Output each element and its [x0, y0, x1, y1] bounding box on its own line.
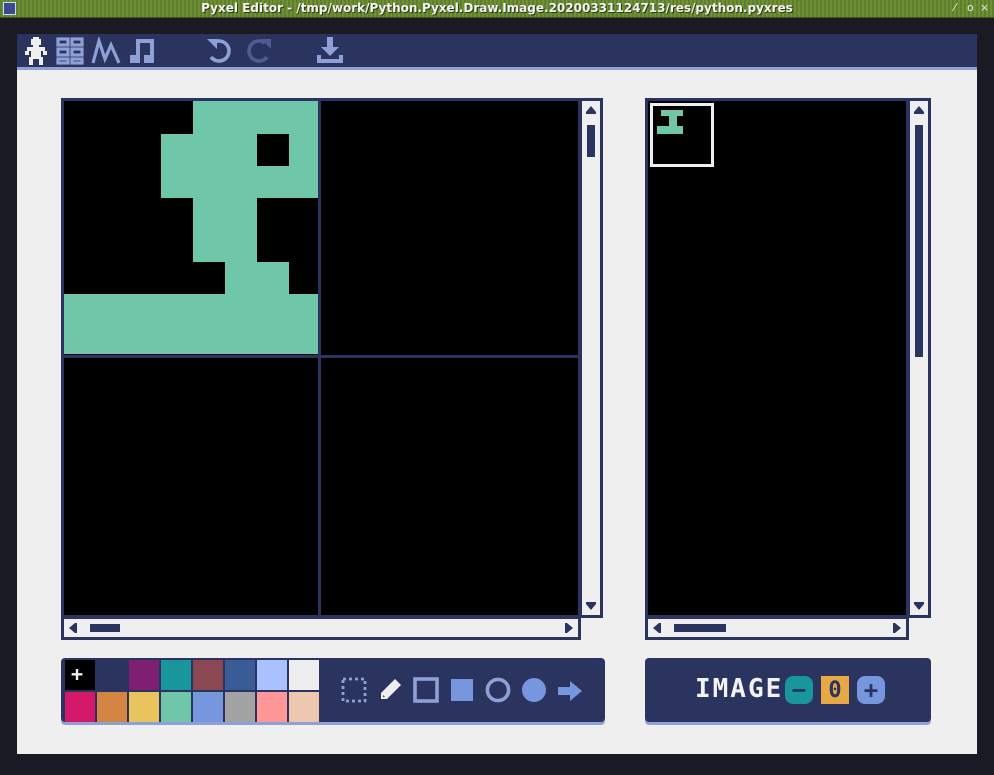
select-icon[interactable] — [339, 675, 369, 705]
save-icon[interactable] — [315, 36, 345, 66]
palette-color-3[interactable] — [161, 660, 191, 690]
circle-outline-icon[interactable] — [483, 675, 513, 705]
edit-canvas-frame — [61, 98, 581, 618]
music-editor-icon[interactable] — [127, 36, 157, 66]
canvas-vertical-scrollbar[interactable] — [579, 98, 603, 618]
tilemap-editor-icon[interactable] — [55, 36, 85, 66]
bank-scroll-left-icon[interactable] — [648, 619, 666, 637]
bank-scroll-up-icon[interactable] — [910, 101, 928, 119]
palette-color-4[interactable] — [193, 660, 223, 690]
palette-color-7[interactable] — [289, 660, 319, 690]
undo-icon[interactable] — [205, 36, 235, 66]
edit-canvas-pixels[interactable] — [64, 101, 578, 615]
image-bank-number: 0 — [821, 676, 849, 704]
image-prev-button[interactable]: − — [785, 676, 813, 704]
palette-color-15[interactable] — [289, 692, 319, 722]
pyxel-editor-app: + IMAGE − 0 + — [17, 34, 977, 754]
sound-editor-icon[interactable] — [91, 36, 121, 66]
image-next-button[interactable]: + — [857, 676, 885, 704]
vertical-scroll-thumb[interactable] — [587, 125, 595, 157]
bank-scroll-down-icon[interactable] — [910, 597, 928, 615]
scroll-up-icon[interactable] — [582, 101, 600, 119]
image-bank-label: IMAGE — [695, 674, 784, 704]
bank-horizontal-scrollbar[interactable] — [645, 616, 909, 640]
palette-color-8[interactable] — [65, 692, 95, 722]
palette-color-11[interactable] — [161, 692, 191, 722]
palette-color-13[interactable] — [225, 692, 255, 722]
bucket-icon[interactable] — [555, 675, 585, 705]
image-bank-frame — [645, 98, 909, 618]
window-title: Pyxel Editor - /tmp/work/Python.Pyxel.Dr… — [201, 1, 793, 15]
palette-color-10[interactable] — [129, 692, 159, 722]
editor-toolbar — [17, 34, 977, 70]
palette-color-2[interactable] — [129, 660, 159, 690]
palette-tools-bar: + — [61, 658, 605, 722]
scroll-left-icon[interactable] — [64, 619, 82, 637]
palette-color-6[interactable] — [257, 660, 287, 690]
window-titlebar: Pyxel Editor - /tmp/work/Python.Pyxel.Dr… — [0, 0, 994, 18]
bank-scroll-right-icon[interactable] — [888, 619, 906, 637]
image-editor-icon[interactable] — [21, 36, 51, 66]
minimize-icon[interactable]: o — [967, 1, 974, 14]
rect-outline-icon[interactable] — [411, 675, 441, 705]
maximize-icon[interactable]: ⁄ — [954, 1, 956, 14]
palette-color-14[interactable] — [257, 692, 287, 722]
canvas-horizontal-scrollbar[interactable] — [61, 616, 581, 640]
bank-vertical-scrollbar[interactable] — [907, 98, 931, 618]
rect-fill-icon[interactable] — [447, 675, 477, 705]
palette-color-9[interactable] — [97, 692, 127, 722]
image-bank-canvas[interactable] — [648, 101, 906, 615]
image-bank-selector: IMAGE − 0 + — [645, 658, 931, 722]
palette-color-5[interactable] — [225, 660, 255, 690]
edit-canvas[interactable] — [64, 101, 578, 615]
scroll-right-icon[interactable] — [560, 619, 578, 637]
bank-selection-cursor[interactable] — [650, 103, 714, 167]
palette-color-12[interactable] — [193, 692, 223, 722]
palette-color-1[interactable] — [97, 660, 127, 690]
bank-horizontal-scroll-thumb[interactable] — [674, 624, 726, 632]
selected-color-marker: + — [71, 662, 84, 686]
circle-fill-icon[interactable] — [519, 675, 549, 705]
scroll-down-icon[interactable] — [582, 597, 600, 615]
bank-vertical-scroll-thumb[interactable] — [915, 125, 923, 357]
horizontal-scroll-thumb[interactable] — [90, 624, 120, 632]
redo-icon[interactable] — [243, 36, 273, 66]
close-icon[interactable]: × — [980, 1, 989, 14]
bank-sprite-thumbnail — [657, 110, 683, 134]
pencil-icon[interactable] — [375, 675, 405, 705]
